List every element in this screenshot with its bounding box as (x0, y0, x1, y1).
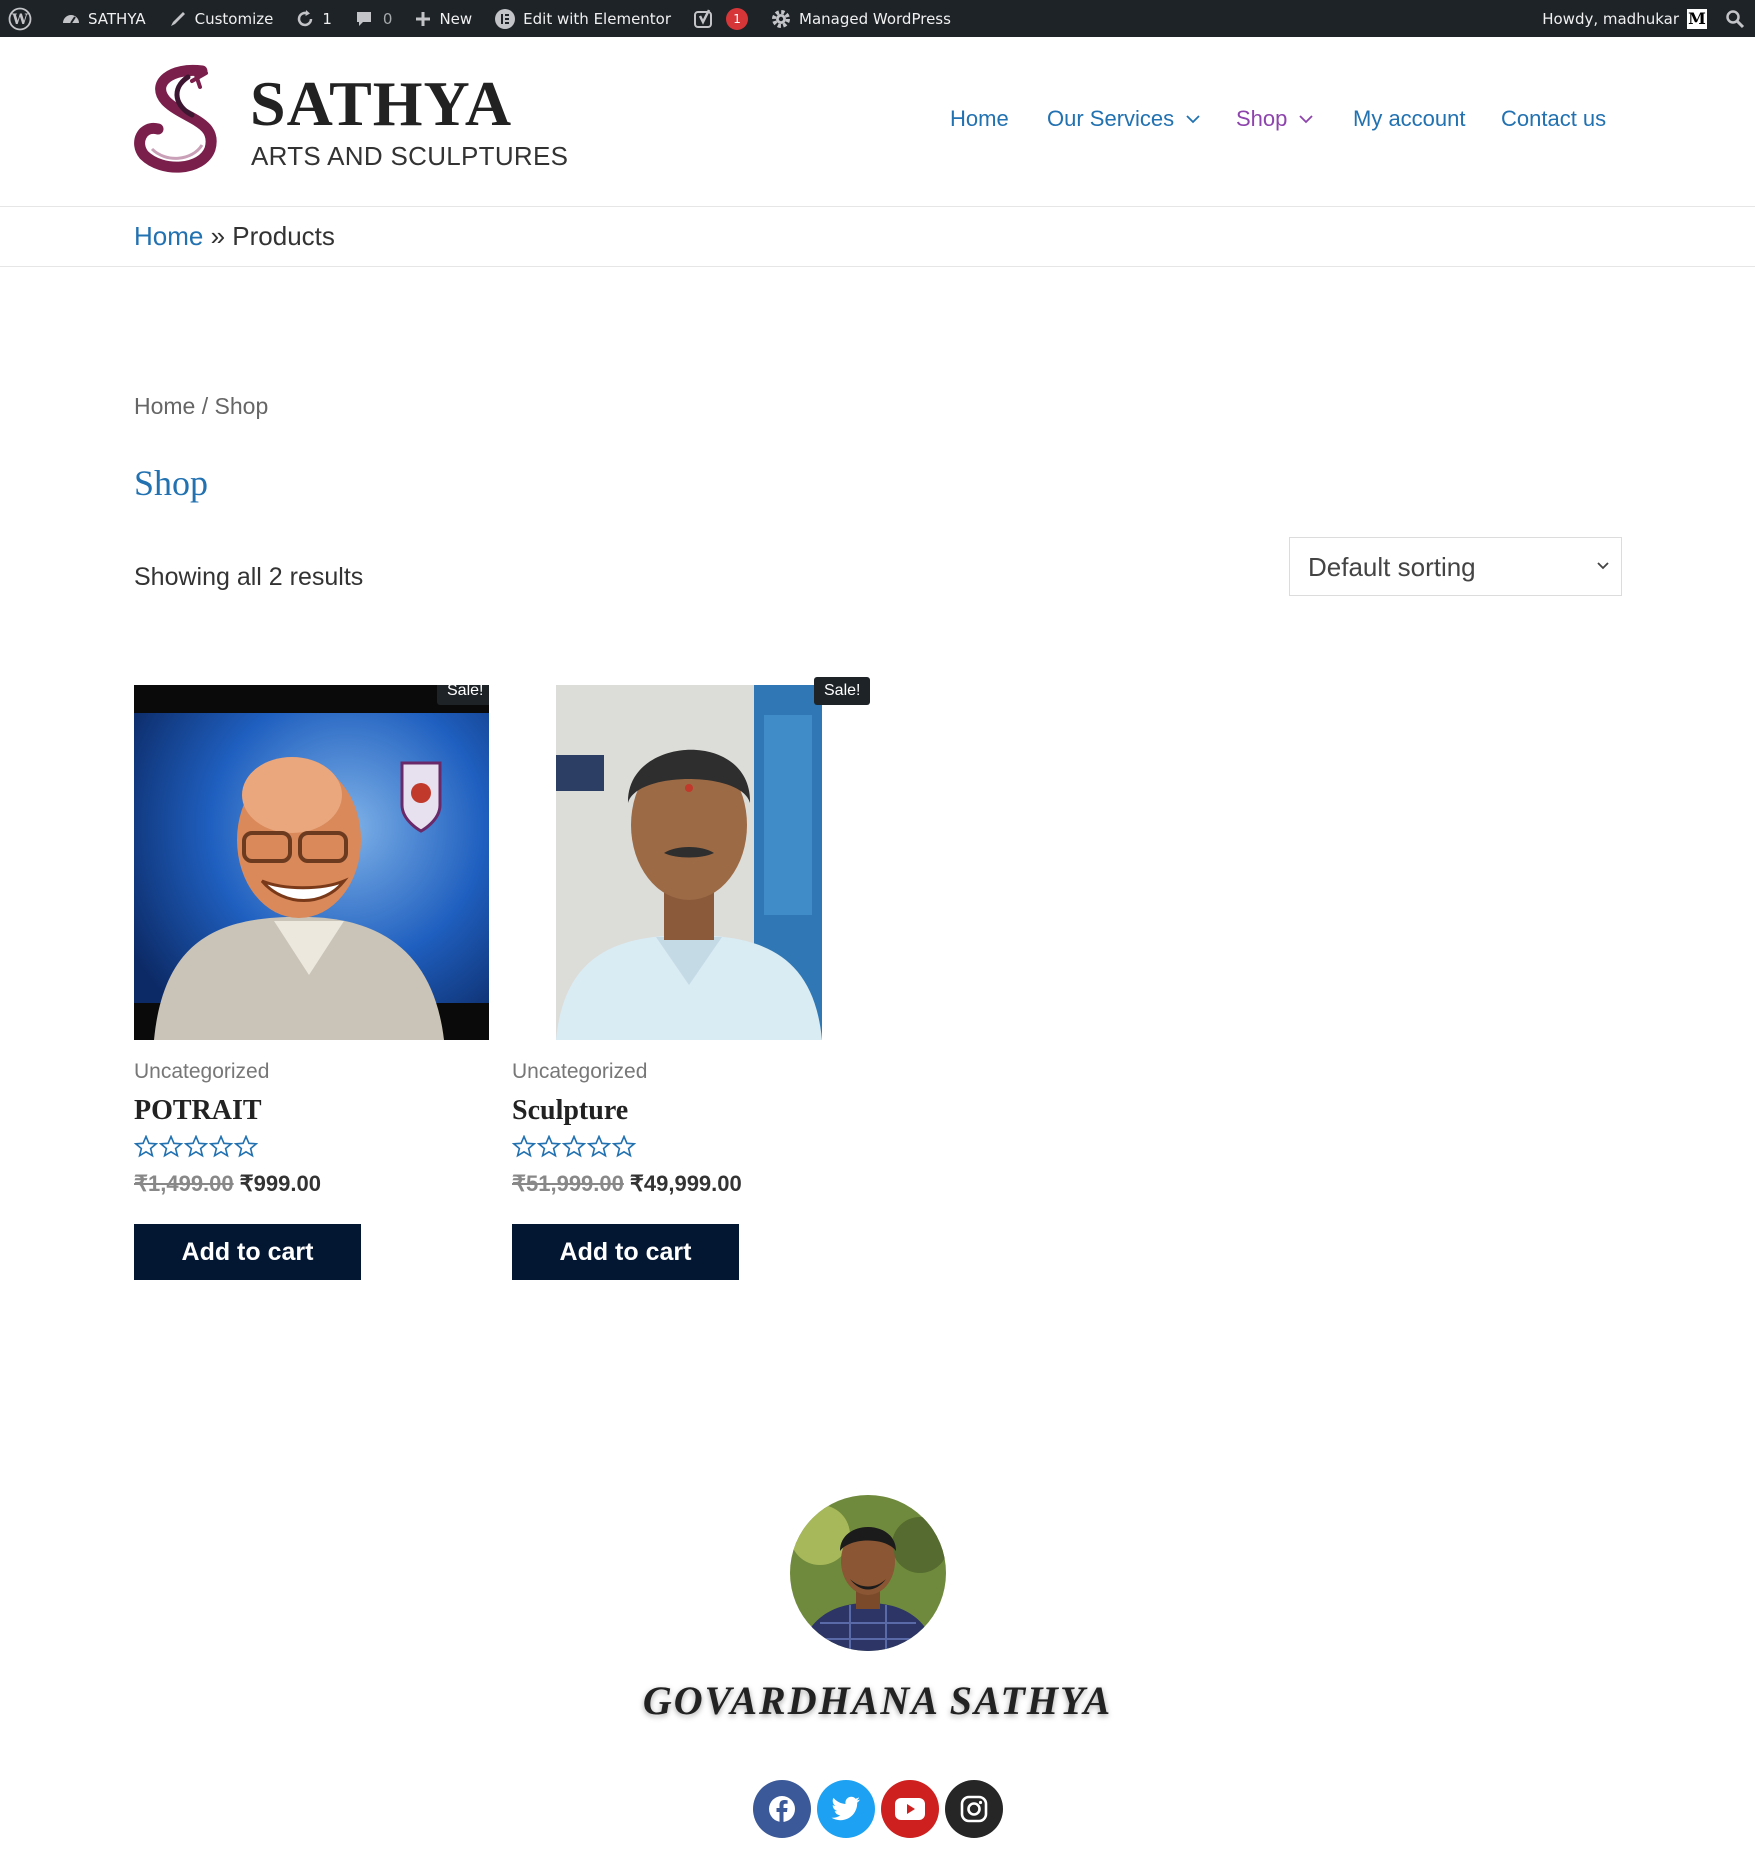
yoast-icon (694, 8, 713, 28)
comments-link[interactable]: 0 (354, 9, 393, 29)
admin-bar: W SATHYA Customize 1 0 New Edit with Ele… (0, 0, 1755, 37)
facebook-icon (769, 1796, 795, 1823)
star-icon (234, 1135, 258, 1158)
breadcrumb-home-link[interactable]: Home (134, 221, 203, 251)
admin-site-link[interactable]: SATHYA (61, 9, 146, 29)
add-to-cart-button[interactable]: Add to cart (512, 1224, 739, 1280)
page-title: Shop (134, 463, 209, 503)
product-image[interactable] (556, 685, 822, 1040)
nav-our-services[interactable]: Our Services (1047, 106, 1200, 132)
nav-my-account[interactable]: My account (1353, 106, 1466, 132)
product-category[interactable]: Uncategorized (134, 1060, 269, 1084)
add-to-cart-button[interactable]: Add to cart (134, 1224, 361, 1280)
result-count: Showing all 2 results (134, 563, 364, 591)
chevron-down-icon (1299, 114, 1314, 123)
regular-price: ₹51,999.00 (512, 1171, 624, 1196)
wordpress-icon: W (8, 7, 32, 30)
star-rating (512, 1135, 637, 1158)
star-icon (159, 1135, 183, 1158)
customize-label: Customize (194, 9, 274, 28)
elementor-icon (495, 8, 516, 29)
portrait-painting-image (134, 685, 489, 1040)
shop-breadcrumb: Home / Shop (134, 393, 269, 419)
nav-my-account-label: My account (1353, 106, 1466, 131)
chevron-down-icon (1186, 114, 1200, 123)
facebook-link[interactable] (753, 1780, 811, 1838)
youtube-link[interactable] (881, 1780, 939, 1838)
star-icon (184, 1135, 208, 1158)
product-title[interactable]: Sculpture (512, 1095, 628, 1127)
user-avatar[interactable]: M (1687, 8, 1707, 29)
regular-price: ₹1,499.00 (134, 1171, 234, 1196)
star-rating (134, 1135, 259, 1158)
nav-home[interactable]: Home (950, 106, 1009, 132)
product-price: ₹51,999.00 ₹49,999.00 (512, 1171, 742, 1197)
account-greeting[interactable]: Howdy, madhukar (1542, 10, 1679, 28)
nav-our-services-label: Our Services (1047, 106, 1175, 131)
breadcrumb-current: Products (232, 221, 335, 251)
author-name: GOVARDHANA SATHYA (642, 1678, 1113, 1723)
nav-contact-us[interactable]: Contact us (1501, 106, 1606, 132)
instagram-link[interactable] (945, 1780, 1003, 1838)
sorting-select[interactable]: Default sorting (1289, 537, 1622, 596)
star-icon (209, 1135, 233, 1158)
youtube-icon (895, 1798, 925, 1820)
chevron-down-icon (1597, 562, 1609, 570)
sorting-selected-value: Default sorting (1308, 552, 1476, 582)
product-image[interactable]: Sale! (134, 685, 489, 1040)
twitter-link[interactable] (817, 1780, 875, 1838)
nav-shop[interactable]: Shop (1236, 106, 1314, 132)
wordpress-logo-button[interactable]: W (8, 7, 39, 31)
admin-site-name: SATHYA (88, 9, 146, 28)
comments-count: 0 (382, 9, 393, 28)
seo-link[interactable]: 1 (693, 7, 749, 30)
updates-icon (298, 9, 313, 26)
sale-badge: Sale! (814, 677, 871, 705)
elementor-label: Edit with Elementor (523, 9, 672, 28)
instagram-icon (960, 1795, 988, 1823)
svg-text:W: W (11, 12, 28, 28)
main-navigation: Home Our Services Shop My account Contac… (0, 106, 1755, 140)
breadcrumb-separator: » (210, 221, 226, 251)
sculpture-image (556, 685, 822, 1040)
twitter-icon (831, 1796, 860, 1821)
star-icon (134, 1135, 158, 1158)
updates-link[interactable]: 1 (295, 9, 332, 29)
social-links (753, 1780, 1009, 1838)
star-icon (612, 1135, 636, 1158)
nav-shop-label: Shop (1236, 106, 1288, 131)
breadcrumb-bar: Home » Products (0, 207, 1755, 267)
star-icon (587, 1135, 611, 1158)
site-header: SATHYA ARTS AND SCULPTURES Home Our Serv… (0, 37, 1755, 207)
breadcrumb: Home » Products (134, 221, 335, 252)
new-label: New (439, 9, 473, 28)
new-content-link[interactable]: New (414, 10, 472, 28)
gear-icon (772, 9, 791, 28)
managed-wordpress-link[interactable]: Managed WordPress (770, 8, 951, 30)
seo-notification-badge: 1 (726, 7, 749, 30)
sale-badge: Sale! (437, 685, 489, 705)
author-avatar (790, 1495, 946, 1651)
sale-price: ₹49,999.00 (629, 1171, 742, 1196)
author-photo (790, 1495, 946, 1651)
customize-link[interactable]: Customize (168, 9, 274, 29)
plus-icon (416, 11, 431, 26)
site-tagline: ARTS AND SCULPTURES (251, 141, 569, 171)
search-icon[interactable] (1725, 9, 1745, 29)
star-icon (537, 1135, 561, 1158)
sale-price: ₹999.00 (239, 1171, 321, 1196)
comment-icon (356, 11, 371, 26)
updates-count: 1 (322, 9, 332, 28)
star-icon (512, 1135, 536, 1158)
dashboard-icon (63, 14, 79, 24)
nav-contact-us-label: Contact us (1501, 106, 1607, 131)
nav-home-label: Home (950, 106, 1009, 131)
star-icon (562, 1135, 586, 1158)
product-title[interactable]: POTRAIT (134, 1095, 262, 1127)
brush-icon (170, 11, 185, 26)
managed-label: Managed WordPress (799, 9, 951, 28)
product-price: ₹1,499.00 ₹999.00 (134, 1171, 321, 1197)
edit-elementor-link[interactable]: Edit with Elementor (494, 8, 671, 30)
product-category[interactable]: Uncategorized (512, 1060, 647, 1084)
